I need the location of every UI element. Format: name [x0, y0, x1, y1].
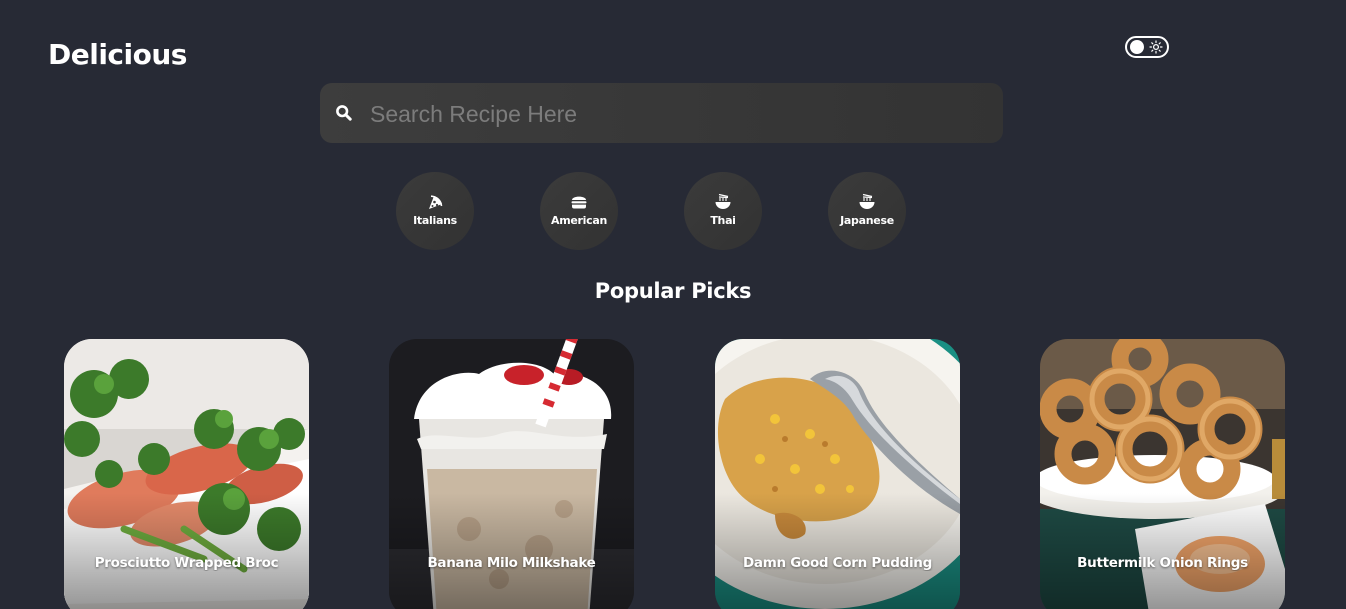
app-page: Delicious Search Recipe Here Italians Am… — [0, 0, 1346, 609]
recipe-title: Banana Milo Milkshake — [427, 555, 596, 571]
ramen-bowl-icon — [859, 193, 875, 209]
noodle-bowl-icon — [715, 193, 731, 209]
hamburger-icon — [571, 196, 587, 209]
pizza-icon — [429, 195, 443, 209]
recipe-title: Prosciutto Wrapped Broc — [94, 555, 279, 571]
sun-icon — [1149, 40, 1163, 54]
category-label: American — [550, 214, 607, 227]
recipe-title: Buttermilk Onion Rings — [1077, 555, 1248, 571]
recipe-card[interactable]: Prosciutto Wrapped Broc — [64, 339, 309, 609]
category-japanese[interactable]: Japanese — [828, 172, 906, 250]
section-title: Popular Picks — [594, 279, 752, 303]
toggle-knob — [1130, 40, 1144, 54]
search-icon[interactable] — [335, 104, 353, 122]
theme-toggle[interactable] — [1125, 36, 1169, 58]
recipe-card[interactable]: Buttermilk Onion Rings — [1040, 339, 1285, 609]
recipe-card[interactable]: Banana Milo Milkshake — [389, 339, 634, 609]
app-logo[interactable]: Delicious — [48, 38, 187, 71]
search-input[interactable] — [368, 83, 992, 145]
recipe-title: Damn Good Corn Pudding — [743, 555, 932, 571]
category-thai[interactable]: Thai — [684, 172, 762, 250]
category-label: Japanese — [840, 214, 894, 227]
category-list: Italians American Thai Japanese — [396, 172, 916, 250]
category-italians[interactable]: Italians — [396, 172, 474, 250]
category-american[interactable]: American — [540, 172, 618, 250]
search-bar — [320, 83, 1003, 145]
category-label: Thai — [710, 214, 736, 227]
category-label: Italians — [413, 214, 457, 227]
recipe-card[interactable]: Damn Good Corn Pudding — [715, 339, 960, 609]
